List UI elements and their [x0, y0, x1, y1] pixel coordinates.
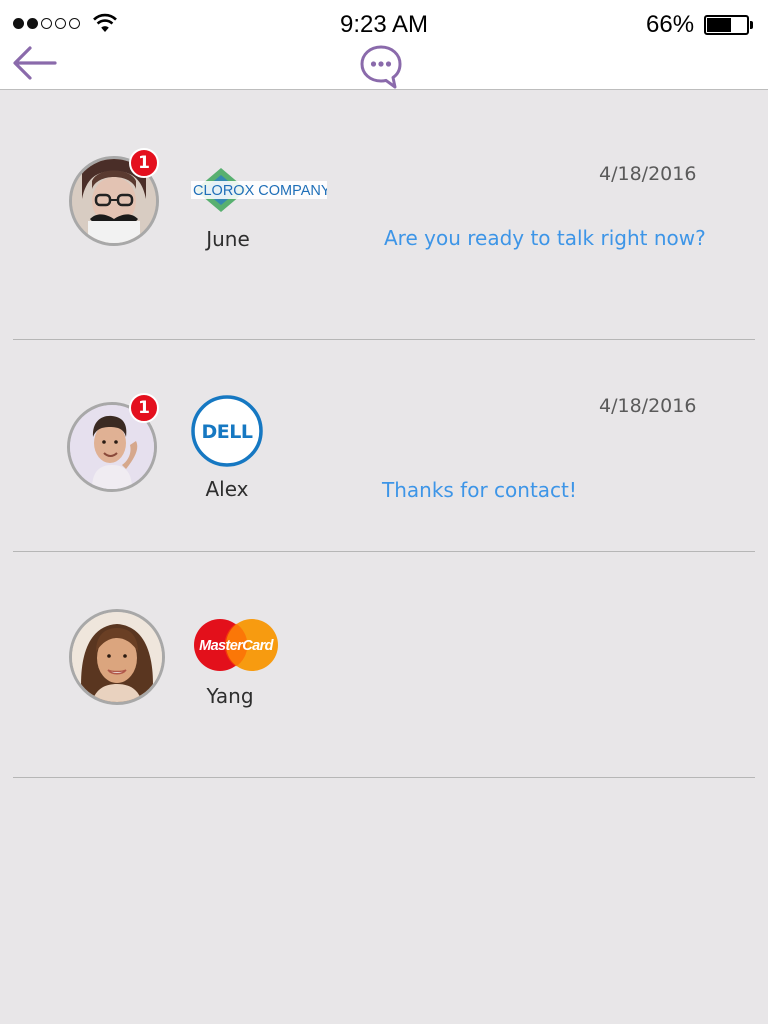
unread-badge: 1: [129, 148, 159, 178]
status-bar: 9:23 AM 66%: [0, 0, 768, 48]
battery-level: [707, 18, 731, 32]
battery-tip: [750, 21, 753, 29]
back-button[interactable]: [10, 44, 60, 82]
contact-name: June: [206, 227, 250, 251]
company-logo-dell: DELL: [189, 393, 265, 473]
divider: [13, 777, 755, 778]
message-date: 4/18/2016: [599, 163, 697, 185]
company-logo-clorox: CLOROX COMPANY: [191, 166, 331, 220]
last-message[interactable]: Are you ready to talk right now?: [384, 226, 706, 250]
contact-name: Alex: [205, 477, 249, 501]
chat-bubble-icon: [360, 45, 402, 89]
navigation-bar: [0, 45, 768, 90]
battery-percentage: 66%: [646, 11, 695, 38]
mastercard-logo-text: MasterCard: [199, 638, 275, 654]
avatar-yang: [69, 609, 165, 705]
company-logo-mastercard: MasterCard: [192, 618, 280, 676]
clorox-logo-text: CLOROX COMPANY: [193, 183, 327, 199]
contact-name: Yang: [206, 684, 254, 708]
message-date: 4/18/2016: [599, 395, 697, 417]
conversation-alex[interactable]: 1 DELL Alex 4/18/2016 Thanks for contact…: [0, 340, 768, 551]
back-arrow-icon: [13, 46, 57, 80]
unread-badge: 1: [129, 393, 159, 423]
conversation-june[interactable]: 1 CLOROX COMPANY June 4/18/2016 Are you …: [0, 90, 768, 340]
dell-logo-text: DELL: [202, 421, 253, 443]
last-message[interactable]: Thanks for contact!: [382, 478, 577, 502]
conversation-yang[interactable]: MasterCard Yang: [0, 552, 768, 777]
battery-icon: [704, 15, 749, 35]
